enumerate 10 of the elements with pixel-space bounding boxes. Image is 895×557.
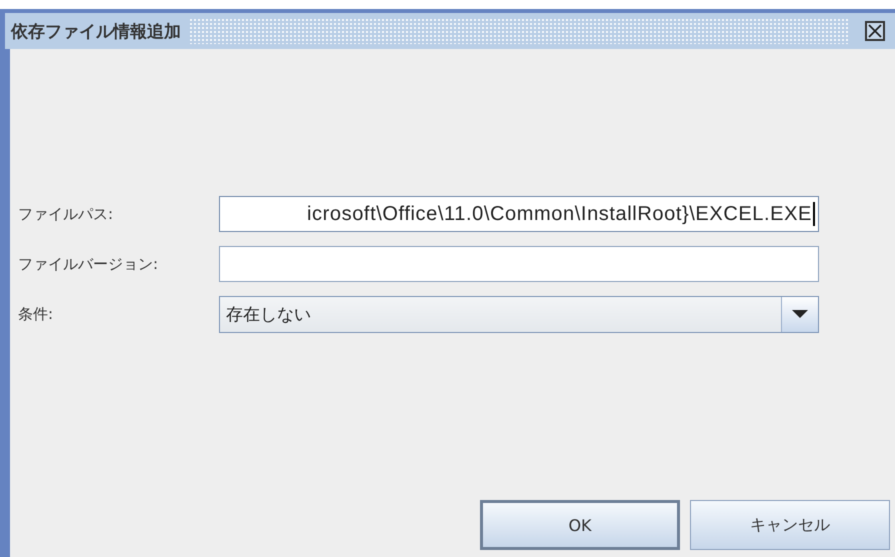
input-field[interactable]: icrosoft\Office\11.0\Common\InstallRoot}\EXCEL.EXE (219, 196, 819, 232)
close-button[interactable] (865, 21, 885, 41)
cancel-button[interactable]: キャンセル (690, 500, 890, 550)
ok-button[interactable]: OK (480, 500, 680, 550)
input-field[interactable] (219, 246, 819, 282)
window-title: 依存ファイル情報追加 (11, 20, 181, 42)
condition-dropdown[interactable]: 存在しない (219, 296, 819, 332)
field-label: ファイルバージョン: (18, 254, 160, 274)
field-label: ファイルパス: (18, 204, 114, 224)
field-label: 条件: (18, 304, 54, 324)
